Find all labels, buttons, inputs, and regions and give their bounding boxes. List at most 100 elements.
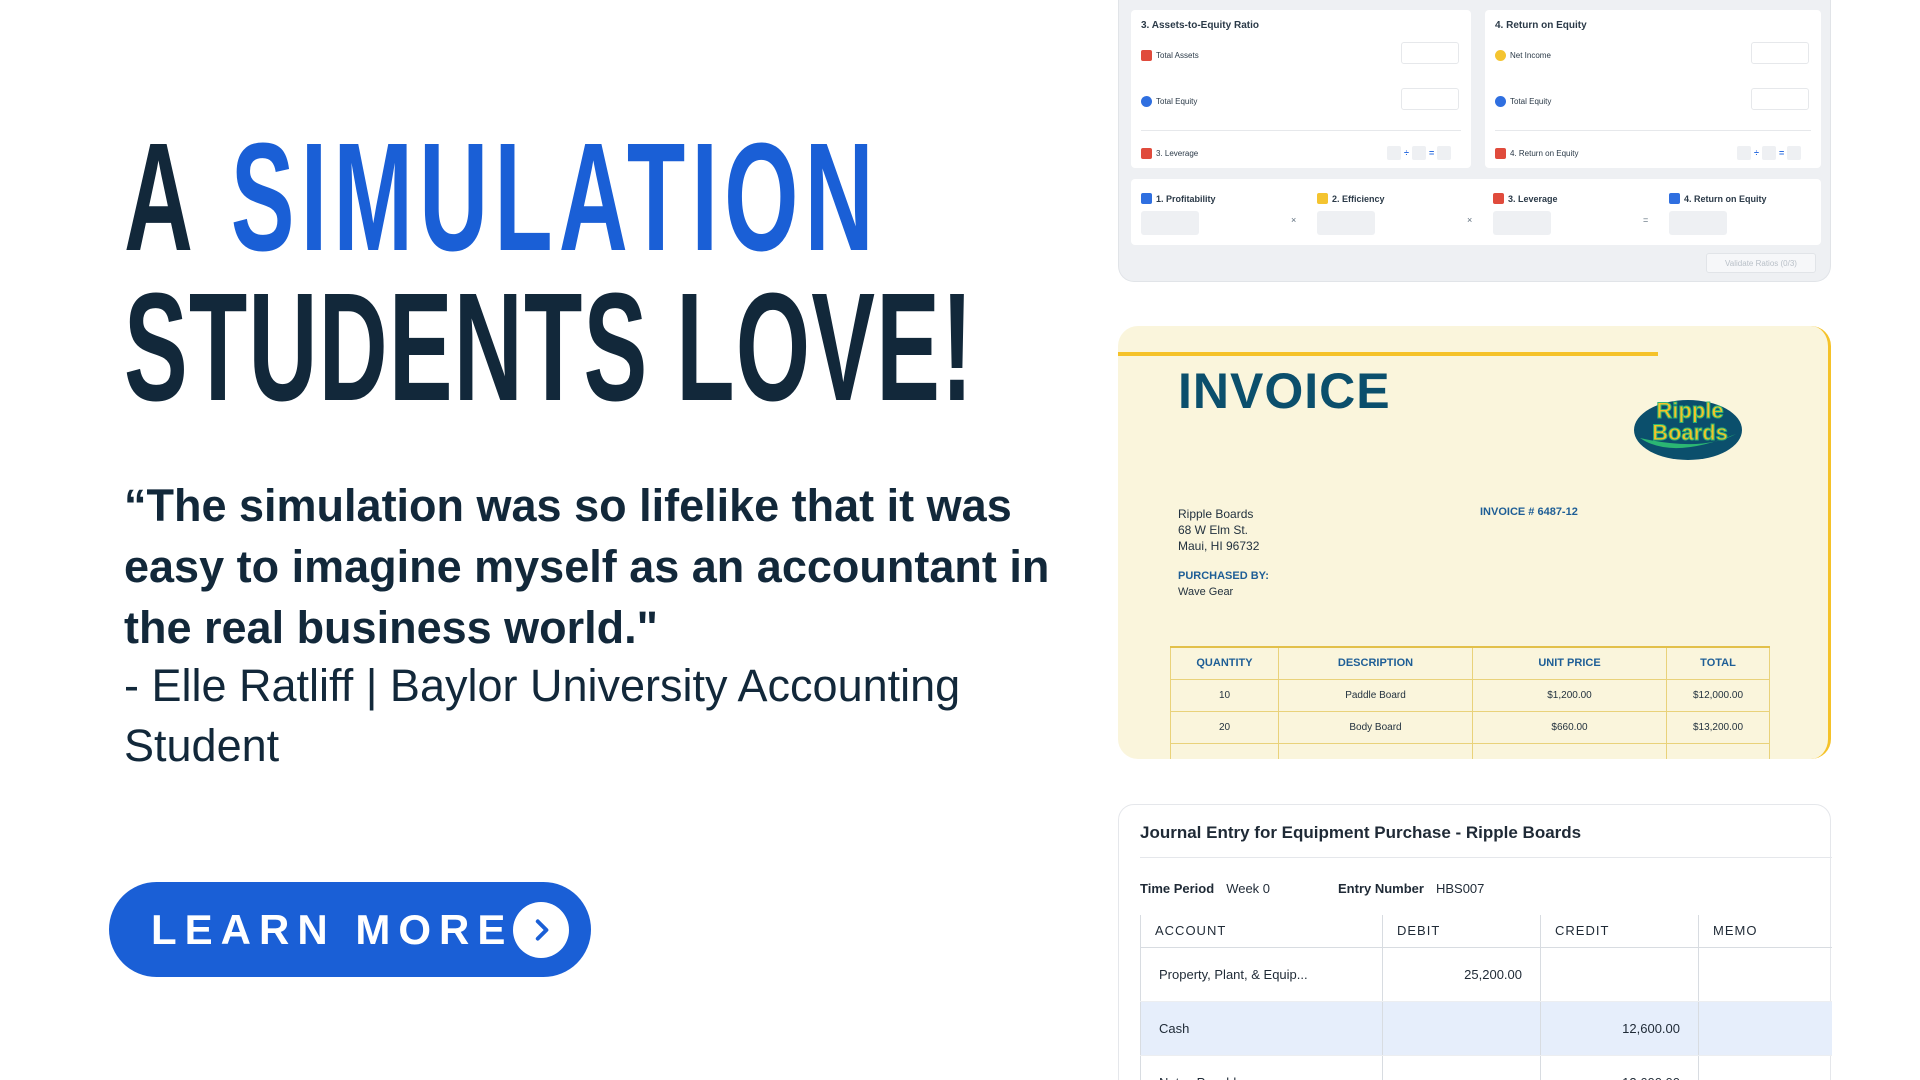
purchased-by-value: Wave Gear — [1178, 586, 1234, 598]
profitability-item: 1. Profitability — [1141, 193, 1216, 204]
hero-title-line1: A SIMULATION — [124, 120, 874, 274]
roe-input[interactable] — [1669, 211, 1727, 235]
total-equity-row: Total Equity — [1141, 96, 1197, 107]
journal-divider — [1140, 857, 1832, 858]
cell-credit[interactable]: 12,600.00 — [1540, 1001, 1699, 1056]
cell-quantity: 10 — [1170, 678, 1279, 712]
cell-account[interactable]: Cash — [1140, 1001, 1383, 1056]
equals-sign: = — [1643, 215, 1649, 225]
hero-title-prefix: A — [124, 111, 197, 283]
cell-total: $12,000.00 — [1666, 678, 1770, 712]
time-period: Time Period Week 0 — [1140, 881, 1270, 896]
equals-sign: = — [1428, 148, 1435, 158]
ratio-panel: 3. Assets-to-Equity Ratio Total Assets T… — [1118, 0, 1831, 282]
invoice-header-row: QUANTITY DESCRIPTION UNIT PRICE TOTAL — [1170, 646, 1770, 680]
scale-icon — [1493, 193, 1504, 204]
cell-debit[interactable] — [1382, 1055, 1541, 1080]
time-period-label: Time Period — [1140, 881, 1215, 896]
result-box[interactable] — [1437, 146, 1452, 160]
table-row[interactable]: Cash 12,600.00 — [1140, 1001, 1832, 1056]
invoice-card: INVOICE Ripple Boards Ripple Boards 68 W… — [1118, 326, 1831, 759]
leverage-label: 3. Leverage — [1156, 149, 1199, 158]
validate-ratios-button[interactable]: Validate Ratios (0/3) — [1706, 253, 1816, 273]
invoice-number: INVOICE # 6487-12 — [1480, 506, 1578, 518]
efficiency-input[interactable] — [1317, 211, 1375, 235]
operand-box[interactable] — [1411, 146, 1426, 160]
chart-icon — [1495, 148, 1506, 159]
roe-title: 4. Return on Equity — [1495, 20, 1587, 31]
net-income-input[interactable] — [1751, 42, 1809, 64]
lightning-icon — [1317, 193, 1328, 204]
net-income-label: Net Income — [1510, 51, 1551, 60]
card-divider — [1141, 130, 1461, 131]
table-row[interactable]: Notes Payable 12,600.00 — [1140, 1055, 1832, 1080]
roe-summary-label: 4. Return on Equity — [1684, 193, 1767, 204]
cell-account[interactable]: Property, Plant, & Equip... — [1140, 947, 1383, 1002]
invoice-title: INVOICE — [1178, 363, 1391, 419]
operand-box[interactable] — [1387, 146, 1401, 160]
entry-number: Entry Number HBS007 — [1338, 881, 1484, 896]
journal-title: Journal Entry for Equipment Purchase - R… — [1140, 823, 1582, 842]
roe-item: 4. Return on Equity — [1669, 193, 1767, 204]
col-memo: MEMO — [1698, 915, 1832, 948]
net-income-row: Net Income — [1495, 50, 1551, 61]
efficiency-label: 2. Efficiency — [1332, 193, 1385, 204]
total-equity-input[interactable] — [1401, 88, 1459, 110]
divide-sign: ÷ — [1754, 148, 1759, 158]
cell-description: Paddle Board — [1278, 678, 1473, 712]
cell-unit-price: $1,200.00 — [1472, 678, 1667, 712]
bar-chart-icon — [1141, 193, 1152, 204]
cell-account[interactable]: Notes Payable — [1140, 1055, 1383, 1080]
document-icon — [1669, 193, 1680, 204]
cell-quantity: 20 — [1170, 710, 1279, 744]
roe-formula: ÷ = — [1737, 146, 1802, 160]
operand-box[interactable] — [1761, 146, 1776, 160]
dupont-summary: 1. Profitability × 2. Efficiency × 3. Le… — [1131, 179, 1821, 245]
cell-total: $13,200.00 — [1666, 710, 1770, 744]
equity-icon — [1141, 96, 1152, 107]
cell-credit[interactable]: 12,600.00 — [1540, 1055, 1699, 1080]
cell-debit[interactable] — [1382, 1001, 1541, 1056]
total-assets-input[interactable] — [1401, 42, 1459, 64]
cell-empty — [1170, 742, 1279, 759]
multiply-sign: × — [1291, 215, 1297, 225]
cell-empty — [1472, 742, 1667, 759]
operand-box[interactable] — [1737, 146, 1751, 160]
invoice-table: QUANTITY DESCRIPTION UNIT PRICE TOTAL 10… — [1170, 646, 1770, 759]
coin-icon — [1495, 50, 1506, 61]
cell-credit[interactable] — [1540, 947, 1699, 1002]
result-box[interactable] — [1787, 146, 1802, 160]
ripple-boards-logo: Ripple Boards — [1634, 398, 1742, 460]
cell-unit-price: $660.00 — [1472, 710, 1667, 744]
seller-city: Maui, HI 96732 — [1178, 539, 1260, 553]
profitability-label: 1. Profitability — [1156, 193, 1216, 204]
total-equity-label: Total Equity — [1156, 97, 1198, 106]
col-unit-price: UNIT PRICE — [1472, 646, 1667, 680]
multiply-sign: × — [1467, 215, 1473, 225]
seller-name: Ripple Boards — [1178, 507, 1254, 521]
card-divider — [1495, 130, 1811, 131]
table-row[interactable]: Property, Plant, & Equip... 25,200.00 — [1140, 947, 1832, 1002]
leverage-formula: ÷ = — [1387, 146, 1452, 160]
testimonial-quote: “The simulation was so lifelike that it … — [124, 480, 1050, 653]
journal-table: ACCOUNT DEBIT CREDIT MEMO Property, Plan… — [1140, 915, 1832, 1080]
seller-street: 68 W Elm St. — [1178, 523, 1249, 537]
col-debit: DEBIT — [1382, 915, 1541, 948]
col-account: ACCOUNT — [1140, 915, 1383, 948]
roe-equity-input[interactable] — [1751, 88, 1809, 110]
col-credit: CREDIT — [1540, 915, 1699, 948]
col-quantity: QUANTITY — [1170, 646, 1279, 680]
cell-memo[interactable] — [1698, 947, 1832, 1002]
learn-more-label: LEARN MORE — [151, 905, 514, 953]
learn-more-button[interactable]: LEARN MORE — [109, 882, 591, 977]
time-period-value: Week 0 — [1226, 881, 1271, 896]
profitability-input[interactable] — [1141, 211, 1199, 235]
seller-address: Ripple Boards 68 W Elm St. Maui, HI 9673… — [1178, 506, 1259, 554]
entry-number-label: Entry Number — [1338, 881, 1424, 896]
invoice-accent-line — [1118, 352, 1658, 356]
cell-memo[interactable] — [1698, 1001, 1832, 1056]
entry-number-value: HBS007 — [1435, 881, 1485, 896]
leverage-input[interactable] — [1493, 211, 1551, 235]
cell-debit[interactable]: 25,200.00 — [1382, 947, 1541, 1002]
cell-memo[interactable] — [1698, 1055, 1832, 1080]
